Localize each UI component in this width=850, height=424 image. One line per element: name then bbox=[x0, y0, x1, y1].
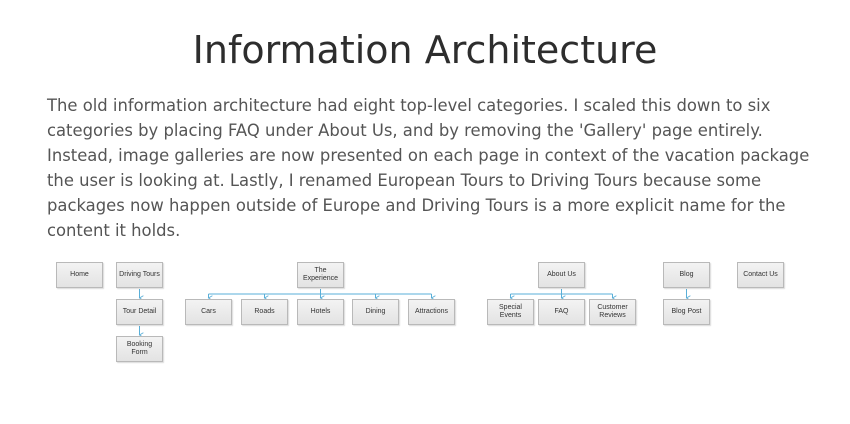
ia-diagram: Home Driving Tours Tour Detail Booking F… bbox=[0, 255, 850, 375]
node-blog: Blog bbox=[663, 262, 710, 288]
node-special-events: Special Events bbox=[487, 299, 534, 325]
node-about-us: About Us bbox=[538, 262, 585, 288]
node-home: Home bbox=[56, 262, 103, 288]
node-customer-reviews: Customer Reviews bbox=[589, 299, 636, 325]
node-blog-post: Blog Post bbox=[663, 299, 710, 325]
node-attractions: Attractions bbox=[408, 299, 455, 325]
node-booking-form: Booking Form bbox=[116, 336, 163, 362]
node-tour-detail: Tour Detail bbox=[116, 299, 163, 325]
node-driving-tours: Driving Tours bbox=[116, 262, 163, 288]
ia-description: The old information architecture had eig… bbox=[47, 96, 810, 240]
node-dining: Dining bbox=[352, 299, 399, 325]
node-hotels: Hotels bbox=[297, 299, 344, 325]
node-cars: Cars bbox=[185, 299, 232, 325]
node-contact-us: Contact Us bbox=[737, 262, 784, 288]
node-the-experience: The Experience bbox=[297, 262, 344, 288]
node-roads: Roads bbox=[241, 299, 288, 325]
node-faq: FAQ bbox=[538, 299, 585, 325]
page-title: Information Architecture bbox=[192, 28, 658, 72]
